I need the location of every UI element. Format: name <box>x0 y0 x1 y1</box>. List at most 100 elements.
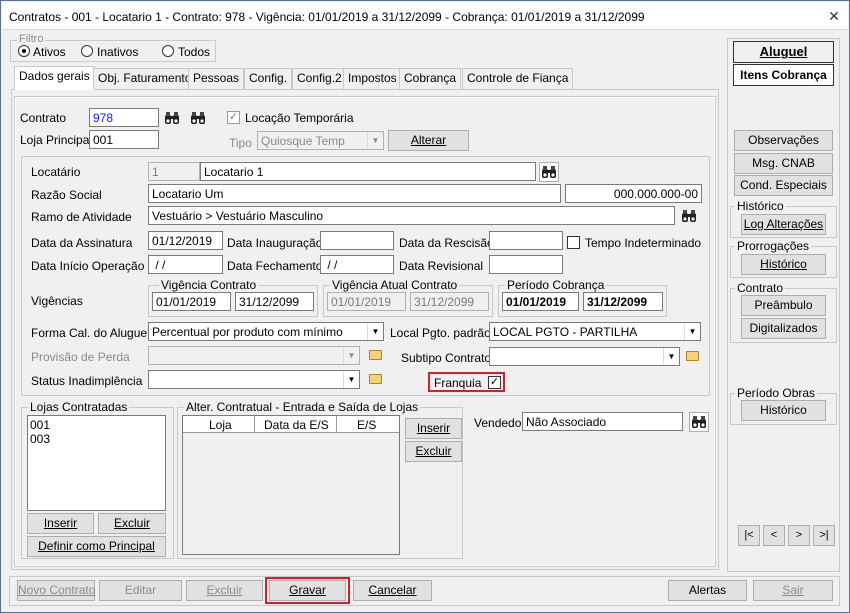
locacao-temporaria-label: Locação Temporária <box>245 111 354 125</box>
aluguel-button[interactable]: Aluguel <box>733 41 834 63</box>
prorrogacoes-historico-button[interactable]: Histórico <box>741 254 826 275</box>
data-rescisao-label: Data da Rescisão <box>399 236 494 250</box>
chevron-down-icon: ▼ <box>663 348 679 365</box>
definir-principal-button[interactable]: Definir como Principal <box>27 536 166 557</box>
vigencia-contrato-start[interactable]: 01/01/2019 <box>152 292 231 311</box>
data-revisional-label: Data Revisional <box>399 259 484 273</box>
window-title: Contratos - 001 - Locatario 1 - Contrato… <box>9 10 645 24</box>
cancelar-button[interactable]: Cancelar <box>353 580 432 601</box>
locacao-temporaria-checkbox[interactable]: ✓ <box>227 111 240 124</box>
periodo-cobranca-caption: Período Cobrança <box>505 278 607 292</box>
binoculars-icon[interactable] <box>689 412 709 432</box>
nav-prev-button[interactable]: < <box>763 525 785 546</box>
alertas-button[interactable]: Alertas <box>668 580 747 601</box>
tempo-indeterminado-checkbox[interactable] <box>567 236 580 249</box>
status-inadimplencia-select[interactable]: ▼ <box>148 370 360 389</box>
data-revisional-input[interactable] <box>489 255 563 274</box>
franquia-checkbox[interactable]: ✓ <box>488 376 501 389</box>
lojas-contratadas-caption: Lojas Contratadas <box>28 400 130 414</box>
folder-icon[interactable] <box>365 345 385 365</box>
gravar-button[interactable]: Gravar <box>269 580 346 601</box>
periodo-cobranca-start[interactable]: 01/01/2019 <box>502 292 579 311</box>
data-inauguracao-input[interactable] <box>320 231 394 250</box>
historico-caption: Histórico <box>735 199 786 213</box>
editar-button[interactable]: Editar <box>99 580 182 601</box>
data-fechamento-label: Data Fechamento <box>227 259 323 273</box>
locatario-code-input[interactable]: 1 <box>148 162 200 181</box>
tempo-indeterminado-label: Tempo Indeterminado <box>585 236 702 250</box>
cond-especiais-button[interactable]: Cond. Especiais <box>734 175 833 196</box>
alter-table[interactable]: Loja Data da E/S E/S <box>182 415 400 555</box>
alter-excluir-button[interactable]: Excluir <box>405 441 462 462</box>
vigencia-atual-end[interactable]: 31/12/2099 <box>410 292 489 311</box>
filter-caption: Filtro <box>17 33 46 45</box>
data-inicio-input[interactable]: / / <box>148 255 223 274</box>
obras-historico-button[interactable]: Histórico <box>741 400 826 421</box>
list-item[interactable]: 003 <box>28 432 165 446</box>
data-inicio-label: Data Início Operação <box>31 259 145 273</box>
locatario-name-input[interactable]: Locatario 1 <box>200 162 536 181</box>
observacoes-button[interactable]: Observações <box>734 130 833 151</box>
alterar-button[interactable]: Alterar <box>388 130 469 151</box>
itens-cobranca-button[interactable]: Itens Cobrança <box>733 64 834 86</box>
forma-calculo-select[interactable]: Percentual por produto com mínimo ▼ <box>148 322 384 341</box>
msg-cnab-button[interactable]: Msg. CNAB <box>734 153 833 174</box>
alter-inserir-button[interactable]: Inserir <box>405 418 462 439</box>
radio-ativos[interactable] <box>18 45 30 57</box>
tab-impostos[interactable]: Impostos <box>343 68 402 89</box>
close-icon[interactable]: ✕ <box>826 8 842 24</box>
provisao-perda-select[interactable]: ▼ <box>148 346 360 365</box>
list-item[interactable]: 001 <box>28 416 165 432</box>
preambulo-button[interactable]: Preâmbulo <box>741 295 826 316</box>
tab-pessoas[interactable]: Pessoas <box>188 68 245 89</box>
ramo-atividade-input[interactable]: Vestuário > Vestuário Masculino <box>148 206 675 225</box>
log-alteracoes-label: Log Alterações <box>743 217 824 231</box>
tab-cobranca[interactable]: Cobrança <box>399 68 462 89</box>
lojas-list[interactable]: 001 003 <box>27 415 166 511</box>
radio-todos[interactable] <box>162 45 174 57</box>
log-alteracoes-button[interactable]: Log Alterações <box>741 214 826 235</box>
chevron-down-icon: ▼ <box>367 132 383 149</box>
folder-icon[interactable] <box>682 346 702 366</box>
tipo-select[interactable]: Quiosque Temp ▼ <box>257 131 384 150</box>
nav-first-button[interactable]: |< <box>738 525 760 546</box>
nav-next-button[interactable]: > <box>788 525 810 546</box>
vigencia-atual-start[interactable]: 01/01/2019 <box>327 292 406 311</box>
binoculars-icon[interactable] <box>539 162 559 182</box>
novo-contrato-label: Novo Contrato <box>18 583 96 597</box>
data-fechamento-input[interactable]: / / <box>320 255 394 274</box>
sair-label: Sair <box>782 583 804 597</box>
vigencia-contrato-end[interactable]: 31/12/2099 <box>235 292 314 311</box>
tab-config[interactable]: Config. <box>244 68 293 89</box>
subtipo-contrato-select[interactable]: ▼ <box>489 347 680 366</box>
subtipo-contrato-label: Subtipo Contrato <box>401 351 492 365</box>
novo-contrato-button[interactable]: Novo Contrato <box>17 580 95 601</box>
lojas-inserir-button[interactable]: Inserir <box>27 513 94 534</box>
cnpj-input[interactable]: 000.000.000-00 <box>565 184 702 203</box>
chevron-down-icon: ▼ <box>684 323 700 340</box>
radio-inativos[interactable] <box>81 45 93 57</box>
binoculars-icon[interactable] <box>188 108 208 128</box>
column-header-es: E/S <box>357 418 377 432</box>
vendedor-input[interactable]: Não Associado <box>522 412 683 431</box>
sair-button[interactable]: Sair <box>753 580 833 601</box>
contrato-input[interactable]: 978 <box>89 108 159 127</box>
razao-social-input[interactable]: Locatario Um <box>148 184 561 203</box>
data-rescisao-input[interactable] <box>489 231 563 250</box>
periodo-cobranca-end[interactable]: 31/12/2099 <box>583 292 663 311</box>
folder-icon[interactable] <box>365 369 385 389</box>
tab-config2[interactable]: Config.2 <box>292 68 347 89</box>
binoculars-icon[interactable] <box>162 108 182 128</box>
tab-dados-gerais[interactable]: Dados gerais <box>14 66 95 90</box>
nav-last-button[interactable]: >| <box>813 525 835 546</box>
digitalizados-button[interactable]: Digitalizados <box>741 318 826 339</box>
local-pgto-select[interactable]: LOCAL PGTO - PARTILHA ▼ <box>489 322 701 341</box>
excluir-button[interactable]: Excluir <box>186 580 263 601</box>
tab-controle-fianca[interactable]: Controle de Fiança <box>462 68 574 89</box>
data-assinatura-input[interactable]: 01/12/2019 <box>148 231 223 250</box>
lojas-excluir-button[interactable]: Excluir <box>98 513 166 534</box>
tab-obj-faturamento[interactable]: Obj. Faturamento <box>93 68 197 89</box>
binoculars-icon[interactable] <box>679 206 699 226</box>
status-inadimplencia-label: Status Inadimplência <box>31 374 143 388</box>
loja-principal-input[interactable]: 001 <box>89 130 159 149</box>
